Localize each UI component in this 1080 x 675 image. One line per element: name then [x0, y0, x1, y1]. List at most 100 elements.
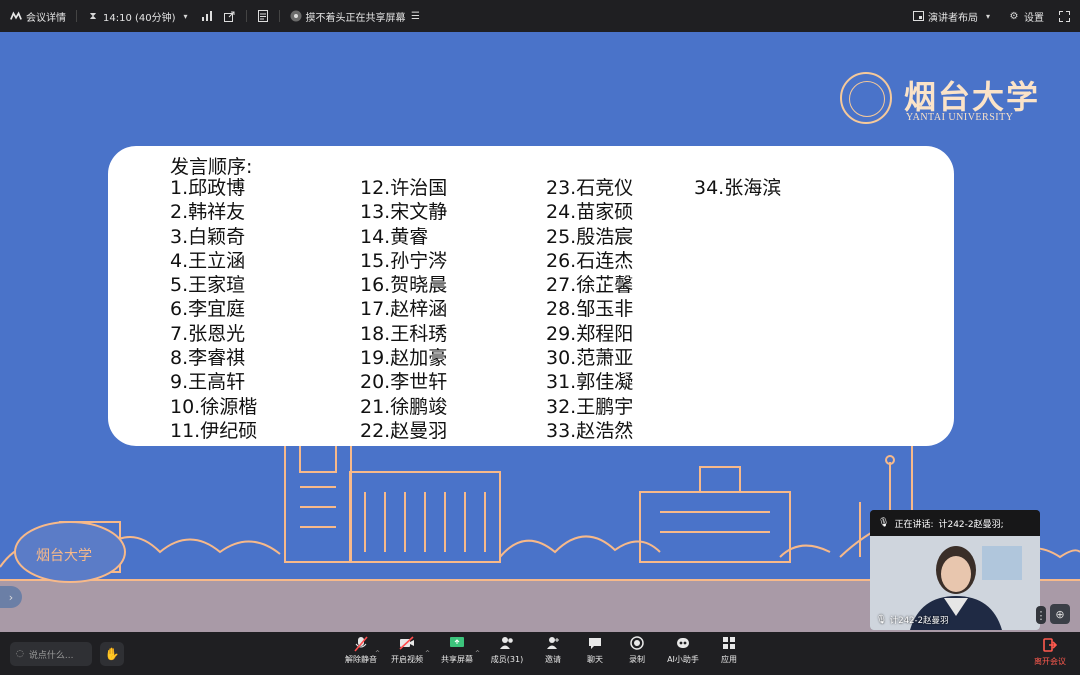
- chat-button[interactable]: 聊天: [574, 636, 616, 672]
- speaking-label: 正在讲话:: [894, 519, 934, 530]
- popout-button[interactable]: [224, 10, 236, 22]
- list-item: 28.邹玉非: [546, 298, 634, 321]
- layout-label: 演讲者布局: [928, 12, 978, 24]
- list-item: 1.邱政博: [170, 177, 246, 199]
- ai-icon: [675, 636, 691, 654]
- tile-menu-button[interactable]: ⋮: [1036, 606, 1047, 624]
- list-item: 13.宋文静: [360, 201, 448, 224]
- logo-english: YANTAI UNIVERSITY: [906, 112, 1014, 123]
- list-item: 32.王鹏宇: [546, 395, 634, 418]
- list-item: 34.张海滨: [694, 177, 782, 199]
- list-item: 3.白颖奇: [170, 225, 246, 248]
- doc-icon: [257, 10, 269, 22]
- video-label: 开启视频: [391, 655, 423, 664]
- camera-off-icon: [399, 636, 415, 654]
- hand-icon: ✋: [104, 647, 120, 661]
- hourglass-icon: ⧗: [89, 10, 97, 22]
- list-item: 8.李睿祺: [170, 347, 246, 370]
- leave-meeting-button[interactable]: 离开会议: [1032, 638, 1068, 670]
- order-column-2: 12.许治国 13.宋文静 14.黄睿 15.孙宁涔 16.贺晓晨 17.赵梓涵…: [360, 176, 447, 443]
- caret-up-icon[interactable]: ^: [375, 650, 380, 657]
- list-item: 21.徐鹏竣: [360, 395, 448, 418]
- divider: [245, 10, 247, 22]
- toolbar-buttons: 解除静音 ^ 开启视频 ^ 共享屏幕 ^ 成员(31) 邀请 聊天 录制 AI小…: [340, 636, 750, 674]
- chat-placeholder: 说点什么...: [28, 650, 74, 661]
- divider: [278, 10, 280, 22]
- shared-screen: 烟台大学 YANTAI UNIVERSITY 烟台大学 发言顺序: 1.邱政博 …: [0, 32, 1080, 632]
- collapse-tab[interactable]: ›: [0, 586, 22, 608]
- list-item: 18.王科琇: [360, 322, 448, 345]
- invite-label: 邀请: [545, 655, 561, 664]
- fullscreen-icon: [1058, 10, 1070, 22]
- list-item: 26.石连杰: [546, 249, 634, 272]
- raise-hand-button[interactable]: ✋: [100, 642, 124, 666]
- speaker-name-tag: 🎙 计242-2赵曼羽: [876, 614, 949, 626]
- share-screen-icon: [290, 10, 302, 22]
- meeting-info-button[interactable]: 会议详情: [10, 9, 66, 24]
- list-item: 14.黄睿: [360, 225, 429, 248]
- menu-icon: ☰: [411, 10, 421, 22]
- layout-icon: [912, 10, 924, 22]
- signal-icon: [202, 10, 214, 22]
- chat-icon: [588, 636, 602, 654]
- speaker-tile-name: 计242-2赵曼羽: [889, 616, 949, 626]
- chat-bubble-icon: ◌: [16, 649, 24, 659]
- list-item: 22.赵曼羽: [360, 419, 448, 442]
- list-item: 12.许治国: [360, 177, 448, 199]
- meeting-info-label: 会议详情: [26, 12, 66, 24]
- share-icon: [449, 636, 465, 654]
- divider: [76, 10, 77, 22]
- meeting-timer[interactable]: ⧗ 14:10 (40分钟) ▾: [87, 9, 192, 24]
- list-item: 30.范萧亚: [546, 347, 634, 370]
- list-item: 9.王高轩: [170, 371, 246, 394]
- chevron-down-icon: ▾: [183, 11, 188, 21]
- share-screen-button[interactable]: 共享屏幕 ^: [432, 636, 482, 672]
- mic-icon: 🎙: [876, 615, 887, 625]
- chat-label: 聊天: [587, 655, 603, 664]
- meeting-window: 会议详情 ⧗ 14:10 (40分钟) ▾ 摸不着头正在共享屏幕 ☰ 演讲者布局…: [0, 0, 1080, 675]
- list-item: 23.石竞仪: [546, 177, 634, 199]
- speaker-video: 🎙 计242-2赵曼羽: [870, 536, 1040, 630]
- list-item: 2.韩祥友: [170, 201, 246, 224]
- invite-button[interactable]: 邀请: [532, 636, 574, 672]
- speaking-indicator: 🎙 正在讲话: 计242-2赵曼羽;: [870, 510, 1040, 536]
- order-column-3: 23.石竞仪 24.苗家硕 25.殷浩宸 26.石连杰 27.徐芷馨 28.邹玉…: [546, 176, 633, 443]
- list-item: 33.赵浩然: [546, 419, 634, 442]
- video-button[interactable]: 开启视频 ^: [382, 636, 432, 672]
- apps-icon: [722, 636, 736, 654]
- list-item: 15.孙宁涔: [360, 249, 448, 272]
- fullscreen-button[interactable]: [1058, 10, 1070, 22]
- list-item: 10.徐源楷: [170, 395, 258, 418]
- list-item: 24.苗家硕: [546, 201, 634, 224]
- members-button[interactable]: 成员(31): [482, 636, 532, 672]
- caret-up-icon[interactable]: ^: [475, 650, 480, 657]
- invite-icon: [546, 636, 560, 654]
- unmute-button[interactable]: 解除静音 ^: [340, 636, 382, 672]
- list-item: 11.伊纪硕: [170, 419, 258, 442]
- list-item: 16.贺晓晨: [360, 274, 448, 297]
- order-column-1: 1.邱政博 2.韩祥友 3.白颖奇 4.王立涵 5.王家瑄 6.李宜庭 7.张恩…: [170, 176, 257, 443]
- zoom-in-button[interactable]: ⊕: [1050, 604, 1070, 624]
- ai-label: AI小助手: [667, 655, 699, 664]
- list-item: 19.赵加豪: [360, 347, 448, 370]
- list-item: 29.郑程阳: [546, 322, 634, 345]
- top-bar-right: 演讲者布局 ▾ ⚙ 设置: [912, 0, 1070, 32]
- meeting-time: 14:10 (40分钟): [103, 12, 176, 24]
- layout-button[interactable]: 演讲者布局 ▾: [912, 9, 994, 24]
- speaking-name: 计242-2赵曼羽;: [938, 519, 1004, 530]
- active-speaker-tile[interactable]: 🎙 正在讲话: 计242-2赵曼羽; 🎙 计242-2赵曼羽: [870, 510, 1040, 630]
- signal-button[interactable]: [202, 10, 214, 22]
- leave-icon: [1043, 638, 1058, 656]
- share-notice[interactable]: 摸不着头正在共享屏幕 ☰: [290, 9, 422, 24]
- settings-icon: ⚙: [1009, 10, 1019, 22]
- doc-button[interactable]: [257, 10, 269, 22]
- settings-button[interactable]: ⚙ 设置: [1008, 9, 1044, 24]
- apps-button[interactable]: 应用: [708, 636, 750, 672]
- ai-assistant-button[interactable]: AI小助手: [658, 636, 708, 672]
- list-item: 20.李世轩: [360, 371, 448, 394]
- record-button[interactable]: 录制: [616, 636, 658, 672]
- mic-off-icon: [354, 636, 368, 654]
- quick-chat-input[interactable]: ◌ 说点什么...: [10, 642, 92, 666]
- caret-up-icon[interactable]: ^: [425, 650, 430, 657]
- list-item: 25.殷浩宸: [546, 225, 634, 248]
